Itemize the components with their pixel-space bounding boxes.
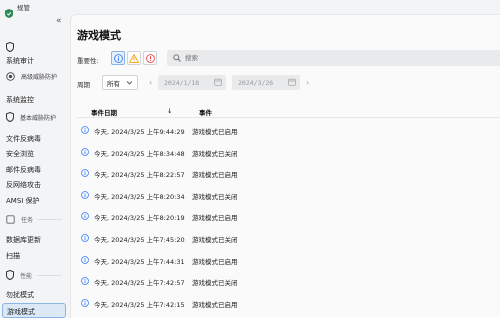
sidebar-item-amsi[interactable]: AMSI 保护	[6, 196, 40, 206]
sidebar-item-mail-antivirus[interactable]: 邮件反病毒	[6, 165, 41, 175]
event-date-cell: 今天, 2024/3/25 上午7:42:15	[94, 300, 185, 309]
sidebar-item-db-update[interactable]: 数据库更新	[6, 235, 41, 245]
period-label: 周期	[77, 81, 90, 89]
info-icon	[81, 234, 89, 242]
column-header-event[interactable]: 事件	[199, 107, 212, 117]
search-box[interactable]	[167, 50, 500, 66]
table-row[interactable]: 今天, 2024/3/25 上午8:20:34 游戏模式已关闭	[77, 188, 500, 202]
sidebar-section-performance: 性能	[6, 270, 62, 280]
table-row[interactable]: 今天, 2024/3/25 上午7:44:31 游戏模式已启用	[77, 253, 500, 267]
date-from-field[interactable]: 2024/1/18	[158, 75, 226, 90]
sidebar-section-tasks: 任务	[6, 215, 63, 224]
threat-shield-icon	[6, 72, 15, 81]
severity-error-button[interactable]	[143, 51, 157, 65]
event-name-cell: 游戏模式已启用	[192, 171, 238, 180]
event-name-cell: 游戏模式已启用	[192, 128, 238, 136]
info-icon	[81, 298, 89, 307]
info-icon	[81, 255, 89, 264]
event-date-cell: 今天, 2024/3/25 上午9:44:29	[94, 128, 185, 136]
sidebar: « 系统审计 高级威胁防护 系统监控 基本威胁防护 文件反病毒 安全浏览 邮件反…	[0, 14, 70, 318]
column-header-date[interactable]: 事件日期	[91, 107, 117, 117]
info-icon	[81, 277, 89, 286]
event-name-cell: 游戏模式已启用	[192, 214, 238, 223]
table-row[interactable]: 今天, 2024/3/25 上午7:45:20 游戏模式已关闭	[77, 231, 500, 245]
header-divider	[77, 117, 500, 118]
arrow-down-icon[interactable]: ↓	[167, 107, 172, 115]
table-row[interactable]: 今天, 2024/3/25 上午8:22:57 游戏模式已启用	[77, 166, 500, 180]
severity-warning-button[interactable]	[127, 51, 141, 65]
sidebar-section-label: 任务	[21, 217, 34, 224]
sidebar-item-do-not-disturb[interactable]: 勿扰模式	[6, 290, 34, 300]
event-date-cell: 今天, 2024/3/25 上午7:42:57	[94, 279, 185, 288]
sidebar-section-label: 高级威胁防护	[21, 74, 58, 81]
shield-icon	[6, 112, 14, 122]
sidebar-item-system-audit[interactable]: 系统审计	[6, 56, 34, 66]
info-icon	[113, 53, 123, 63]
date-to-value: 2024/3/26	[238, 78, 274, 87]
severity-label: 重要性:	[77, 57, 99, 65]
sidebar-section-label: 基本威胁防护	[20, 114, 57, 122]
event-name-cell: 游戏模式已关闭	[192, 236, 238, 244]
search-input[interactable]	[185, 54, 385, 62]
sidebar-item-safe-browsing[interactable]: 安全浏览	[6, 149, 34, 159]
info-icon	[81, 169, 89, 178]
table-row[interactable]: 今天, 2024/3/25 上午8:20:19 游戏模式已启用	[77, 209, 500, 223]
sidebar-item-file-antivirus[interactable]: 文件反病毒	[6, 134, 41, 144]
title-bar: 规管	[0, 0, 500, 18]
event-date-cell: 今天, 2024/3/25 上午7:45:20	[94, 236, 185, 244]
event-date-cell: 今天, 2024/3/25 上午8:20:19	[94, 214, 185, 223]
event-date-cell: 今天, 2024/3/25 上午8:34:48	[94, 149, 185, 158]
info-icon	[81, 147, 89, 156]
shield-icon	[6, 37, 16, 53]
error-icon	[145, 53, 155, 63]
period-value: 所有	[107, 79, 120, 88]
sidebar-item-game-mode[interactable]: 游戏模式	[2, 303, 66, 318]
table-row[interactable]: 今天, 2024/3/25 上午8:34:48 游戏模式已关闭	[77, 145, 500, 159]
sidebar-item-scan[interactable]: 扫描	[6, 251, 20, 261]
event-date-cell: 今天, 2024/3/25 上午7:44:31	[94, 257, 185, 266]
sidebar-section-label: 性能	[20, 272, 33, 280]
event-name-cell: 游戏模式已关闭	[192, 149, 238, 158]
main-panel: 游戏模式 重要性: 周期 所有 ‹ 2024/1/18 2024/3/26 › …	[70, 14, 500, 318]
info-icon	[81, 212, 89, 221]
sidebar-item-system-monitor[interactable]: 系统监控	[6, 95, 34, 105]
calendar-icon	[288, 78, 296, 86]
calendar-icon	[214, 78, 222, 86]
table-row[interactable]: 今天, 2024/3/25 上午7:42:15 游戏模式已启用	[77, 296, 500, 310]
table-row[interactable]: 今天, 2024/3/25 上午7:42:57 游戏模式已关闭	[77, 274, 500, 288]
date-to-field[interactable]: 2024/3/26	[232, 75, 300, 90]
info-icon	[81, 190, 89, 199]
chevron-down-icon	[126, 81, 133, 85]
event-date-cell: 今天, 2024/3/25 上午8:22:57	[94, 171, 185, 180]
app-shield-icon	[5, 3, 13, 18]
warning-icon	[129, 53, 139, 63]
prev-period-button[interactable]: ‹	[149, 75, 157, 90]
double-chevron-left-icon[interactable]: «	[56, 16, 66, 26]
shield-icon	[6, 270, 14, 280]
page-title: 游戏模式	[77, 29, 121, 42]
event-date-cell: 今天, 2024/3/25 上午8:20:34	[94, 192, 185, 201]
sidebar-section-basic-threat: 基本威胁防护	[6, 112, 56, 122]
sidebar-item-network-attack[interactable]: 反网络攻击	[6, 180, 41, 190]
event-name-cell: 游戏模式已启用	[192, 257, 238, 266]
date-from-value: 2024/1/18	[164, 78, 200, 87]
sidebar-item-label: 游戏模式	[7, 308, 35, 316]
info-icon	[81, 126, 89, 134]
next-period-button[interactable]: ›	[306, 75, 314, 90]
search-icon	[173, 54, 181, 62]
table-row[interactable]: 今天, 2024/3/25 上午9:44:29 游戏模式已启用	[77, 123, 500, 137]
tasks-icon	[6, 215, 15, 224]
period-select[interactable]: 所有	[102, 75, 138, 90]
event-name-cell: 游戏模式已启用	[192, 300, 238, 309]
app-title: 规管	[17, 4, 30, 12]
sidebar-section-advanced-threat: 高级威胁防护	[6, 72, 57, 81]
severity-info-button[interactable]	[111, 51, 125, 65]
event-name-cell: 游戏模式已关闭	[192, 279, 238, 288]
event-name-cell: 游戏模式已关闭	[192, 192, 238, 201]
